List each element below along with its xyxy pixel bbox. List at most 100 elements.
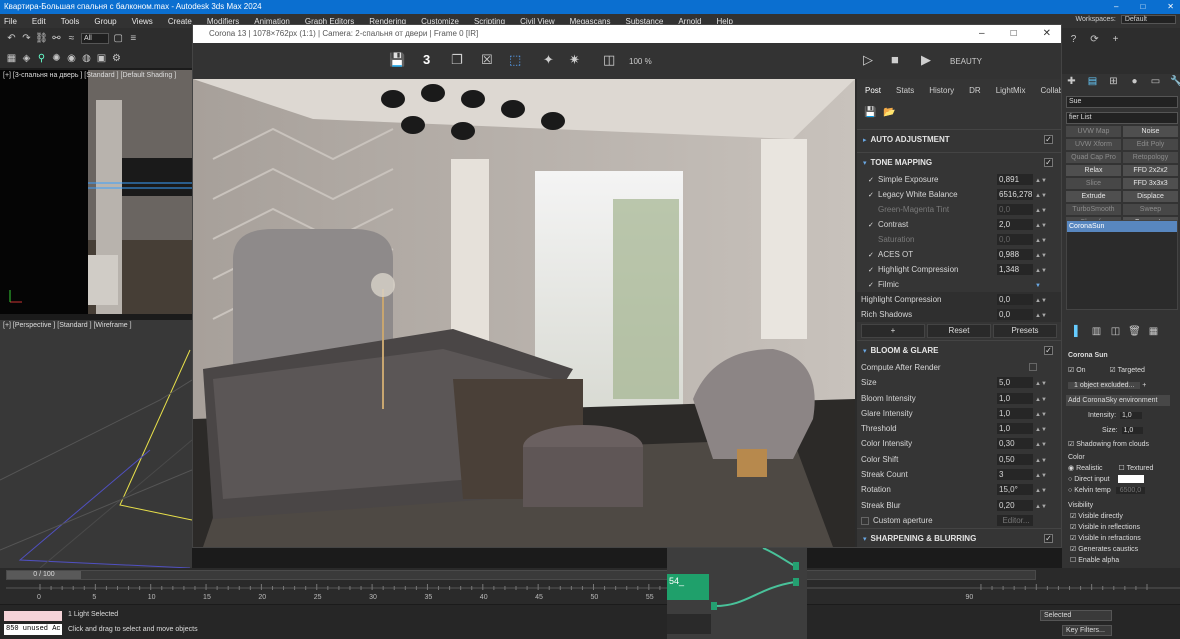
light-icon[interactable]: ⚲ [36,53,47,64]
copy-icon[interactable]: ❐ [451,52,463,68]
add-operator-button[interactable]: + [861,324,925,338]
viewport-label-top[interactable]: [+] [3-спальня на дверь ] [Standard ] [D… [3,72,176,79]
flare-icon[interactable]: ✷ [569,52,580,68]
select-object-icon[interactable]: ▢ [113,33,124,44]
layer-icon[interactable]: ◈ [21,53,32,64]
modifier-button[interactable]: Relax [1066,165,1121,176]
display-tab-icon[interactable]: ▭ [1150,76,1161,87]
selection-filter-dropdown[interactable]: All [81,32,109,44]
make-unique-icon[interactable]: ◫ [1110,326,1121,337]
tab-history[interactable]: History [929,86,954,95]
memory-readout[interactable]: 850 unused Ac [4,624,62,635]
plus-icon[interactable]: + [1110,34,1121,45]
time-slider-thumb[interactable]: 0 / 100 [7,571,81,579]
modifier-list-dropdown[interactable]: fier List [1066,112,1178,124]
on-checkbox[interactable]: ☑ [1068,367,1076,374]
help-icon[interactable]: ? [1068,34,1079,45]
bloom-value[interactable]: 15,0° [997,484,1033,496]
modifier-button[interactable]: Noise [1123,126,1178,137]
tab-stats[interactable]: Stats [896,86,914,95]
bloom-value[interactable]: 1,0 [997,392,1033,404]
checked-checkbox[interactable]: ☑ [1070,513,1078,520]
sharpening-checkbox[interactable]: ✓ [1044,534,1053,544]
exclude-add-button[interactable]: + [1142,382,1146,389]
bloom-value[interactable]: 3 [997,469,1033,481]
render-play-icon[interactable]: ▷ [863,52,873,68]
checked-checkbox[interactable]: ☑ [1070,546,1078,553]
compare-icon[interactable]: ◫ [603,52,615,68]
utilities-tab-icon[interactable]: 🔧 [1170,76,1180,87]
operator-value[interactable]: 0,891 [997,174,1033,185]
corona-maximize-button[interactable]: □ [1011,25,1017,43]
checked-checkbox[interactable]: ☑ [1070,524,1078,531]
auto-adjustment-checkbox[interactable]: ✓ [1044,135,1053,144]
operator-value[interactable]: 0,0 [997,204,1033,215]
modifier-button[interactable]: UVW Xform [1066,139,1121,150]
timeline-ruler[interactable]: 051015202530354045505560859095100 [0,582,1180,604]
sun-icon[interactable]: ✺ [51,53,62,64]
region-icon[interactable]: ⬚ [509,52,521,68]
section-tone-mapping[interactable]: ▾ TONE MAPPING ✓ [857,152,1061,172]
motion-tab-icon[interactable]: ● [1129,76,1140,87]
bloom-value[interactable]: 1,0 [997,423,1033,435]
modifier-button[interactable]: TurboSmooth [1066,204,1121,215]
bloom-glare-checkbox[interactable]: ✓ [1044,346,1053,355]
tab-collab[interactable]: Collab [1041,86,1062,95]
modifier-button[interactable]: Displace [1123,191,1178,202]
menu-edit[interactable]: Edit [32,17,46,26]
show-end-result-icon[interactable]: ▥ [1091,326,1102,337]
modifier-button[interactable]: Sweep [1123,204,1178,215]
operator-value[interactable]: 1,348 [997,264,1033,275]
reset-button[interactable]: Reset [927,324,991,338]
pin-stack-icon[interactable]: ▌ [1072,326,1083,337]
modifier-button[interactable]: Slice [1066,178,1121,189]
redo-icon[interactable]: ↷ [21,33,32,44]
corona-minimize-button[interactable]: – [979,25,985,43]
bloom-checkbox[interactable] [1029,363,1037,371]
menu-views[interactable]: Views [132,17,153,26]
maxscript-listener[interactable] [4,611,62,621]
object-name-field[interactable]: Sue [1066,96,1178,108]
modifier-button[interactable]: Edit Poly [1123,139,1178,150]
modifier-button[interactable]: FFD 3x3x3 [1123,178,1178,189]
link-icon[interactable]: ⛓ [35,33,48,44]
bloom-value[interactable]: 0,30 [997,438,1033,450]
resume-icon[interactable]: ▶ [921,52,931,68]
bloom-value[interactable]: Editor... [997,514,1033,526]
corona-close-button[interactable]: ✕ [1043,25,1051,43]
filmic-value[interactable]: 0,0 [997,294,1033,305]
operator-value[interactable]: 6516,278 [997,189,1033,200]
bloom-value[interactable]: 1,0 [997,407,1033,419]
camera-icon[interactable]: ◉ [66,53,77,64]
color-swatch[interactable] [1117,475,1144,484]
tone-mapping-checkbox[interactable]: ✓ [1044,158,1053,167]
stop-icon[interactable]: ■ [891,52,899,67]
operator-checkbox[interactable]: ✓ [868,248,876,263]
spinner-icon[interactable]: ▲▼ [1035,309,1047,324]
node-editor[interactable]: 54_ [667,548,807,639]
kelvin-input[interactable]: 6500,0 [1115,487,1146,494]
save-settings-icon[interactable]: 💾 [864,107,876,118]
hierarchy-tab-icon[interactable]: ⊞ [1108,76,1119,87]
exclude-button[interactable]: 1 object excluded... [1068,382,1141,389]
create-tab-icon[interactable]: ✚ [1066,76,1077,87]
pick-icon[interactable]: ✦ [543,52,554,68]
save-icon[interactable]: 💾 [389,52,405,68]
select-by-name-icon[interactable]: ≡ [128,33,139,44]
camera-viewport[interactable]: [+] [3-спальня на дверь ] [Standard ] [D… [0,70,192,314]
operator-checkbox[interactable]: ✓ [868,278,876,293]
operator-checkbox[interactable]: ✓ [868,263,876,278]
filmic-value[interactable]: 0,0 [997,309,1033,320]
zoom-dropdown[interactable]: 100 % [629,57,652,66]
modifier-button[interactable]: UVW Map [1066,126,1121,137]
viewport-label-perspective[interactable]: [+] [Perspective ] [Standard ] [Wirefram… [3,322,132,329]
configure-icon[interactable]: ▦ [1148,326,1159,337]
operator-value[interactable]: 2,0 [997,219,1033,230]
intensity-input[interactable]: 1,0 [1119,412,1142,419]
unchecked-checkbox[interactable]: ☐ [1070,557,1078,564]
section-bloom-glare[interactable]: ▾ BLOOM & GLARE ✓ [857,340,1061,360]
textured-checkbox[interactable]: ☐ [1118,465,1126,472]
time-slider[interactable]: 0 / 100 [6,570,1036,580]
modifier-button[interactable]: Extrude [1066,191,1121,202]
operator-checkbox[interactable]: ✓ [868,188,876,203]
